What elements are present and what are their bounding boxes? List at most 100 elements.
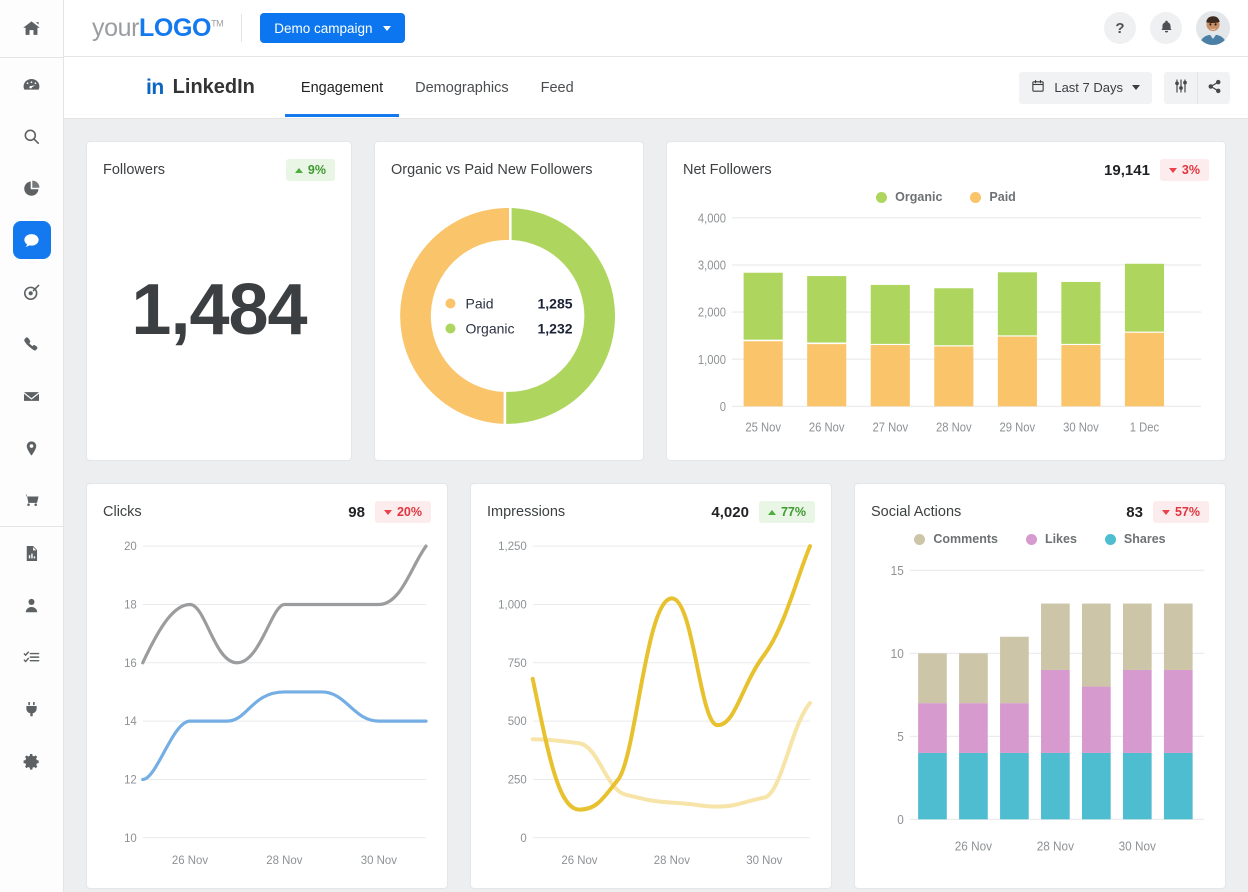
- sidebar-item-home[interactable]: [0, 0, 64, 57]
- y-axis-ticks: 1,250 1,000 750 500 250 0: [498, 541, 527, 845]
- impressions-value: 4,020: [711, 503, 749, 521]
- card-followers: Followers 9% 1,484: [86, 141, 352, 461]
- xtick: 30 Nov: [1063, 420, 1099, 435]
- card-followers-meta: 9%: [285, 159, 335, 181]
- bar-paid[interactable]: [997, 336, 1037, 407]
- status-badge: 20%: [374, 501, 431, 523]
- y-axis-ticks: 15 10 5 0: [891, 563, 904, 827]
- legend-item-shares[interactable]: Shares: [1104, 532, 1166, 546]
- chevron-down-icon: [382, 25, 391, 31]
- sidebar-item-dashboard[interactable]: [0, 58, 64, 110]
- bar-shares[interactable]: [1041, 752, 1070, 820]
- brand-logo[interactable]: yourLOGOTM: [92, 14, 224, 43]
- share-button[interactable]: [1197, 71, 1230, 104]
- card-net-title: Net Followers: [683, 162, 772, 178]
- tab-feed[interactable]: Feed: [525, 59, 590, 116]
- help-button[interactable]: ?: [1104, 12, 1136, 44]
- tab-demographics[interactable]: Demographics: [399, 59, 525, 116]
- sidebar-item-search[interactable]: [0, 110, 64, 162]
- legend-item-paid[interactable]: Paid: [970, 190, 1016, 204]
- xtick: 28 Nov: [1037, 839, 1075, 854]
- bar-likes[interactable]: [1122, 669, 1152, 753]
- legend-label-likes: Likes: [1044, 532, 1077, 546]
- tabbar-actions: Last 7 Days: [1019, 71, 1230, 104]
- sidebar-item-commerce[interactable]: [0, 474, 64, 526]
- shopping-cart-icon: [22, 491, 41, 510]
- bar-likes[interactable]: [1000, 703, 1029, 753]
- bar-comments[interactable]: [959, 653, 988, 704]
- home-icon: [22, 19, 41, 38]
- bar-shares[interactable]: [1122, 752, 1152, 820]
- net-followers-value: 19,141: [1104, 161, 1150, 179]
- bar-organic[interactable]: [997, 272, 1037, 336]
- bar-likes[interactable]: [918, 703, 947, 753]
- notifications-button[interactable]: [1150, 12, 1182, 44]
- bar-paid[interactable]: [807, 344, 847, 407]
- legend-item-comments[interactable]: Comments: [914, 532, 998, 546]
- bar-likes[interactable]: [1041, 669, 1070, 753]
- app-root: yourLOGOTM Demo campaign ? in LinkedIn E…: [0, 0, 1248, 892]
- legend-dot-likes-icon: [1025, 533, 1037, 545]
- bar-shares[interactable]: [918, 752, 947, 820]
- sidebar-item-messages[interactable]: [0, 214, 64, 266]
- bar-comments[interactable]: [1081, 603, 1111, 687]
- bar-comments[interactable]: [1041, 603, 1070, 670]
- sidebar-item-tasks[interactable]: [0, 631, 64, 683]
- bar-shares[interactable]: [1081, 752, 1111, 820]
- bar-organic[interactable]: [1124, 263, 1165, 332]
- net-followers-delta: 3%: [1181, 163, 1200, 177]
- card-impressions-header: Impressions 4,020 77%: [487, 500, 815, 524]
- bar-paid[interactable]: [934, 346, 974, 407]
- arrow-up-icon: [294, 167, 303, 173]
- line-series-a: [530, 544, 813, 812]
- social-actions-plot: 15 10 5 0 26 Nov 28 Nov 30 Nov: [871, 546, 1209, 878]
- sidebar-item-locations[interactable]: [0, 422, 64, 474]
- bar-likes[interactable]: [1081, 686, 1111, 753]
- date-range-button[interactable]: Last 7 Days: [1019, 71, 1152, 104]
- ytick: 4,000: [698, 211, 726, 226]
- bar-shares[interactable]: [1163, 752, 1193, 820]
- bar-organic[interactable]: [870, 284, 910, 344]
- gear-icon: [22, 752, 41, 771]
- clicks-plot: 20 18 16 14 12 10 26 Nov 28 Nov 30 Nov: [103, 524, 431, 878]
- sidebar-item-targeting[interactable]: [0, 266, 64, 318]
- bar-shares[interactable]: [1000, 752, 1029, 820]
- bar-organic[interactable]: [743, 272, 783, 340]
- sidebar-item-settings[interactable]: [0, 735, 64, 787]
- card-donut-title: Organic vs Paid New Followers: [391, 162, 593, 178]
- bar-paid[interactable]: [1061, 345, 1101, 407]
- tab-engagement[interactable]: Engagement: [284, 59, 400, 117]
- bar-comments[interactable]: [1122, 603, 1152, 670]
- ytick: 1,000: [698, 352, 726, 367]
- bar-comments[interactable]: [1000, 636, 1029, 704]
- bar-paid[interactable]: [1124, 332, 1165, 407]
- legend-item-likes[interactable]: Likes: [1025, 532, 1077, 546]
- legend-item-organic[interactable]: Organic: [876, 190, 942, 204]
- sidebar-item-integrations[interactable]: [0, 683, 64, 735]
- target-icon: [22, 283, 41, 302]
- bar-likes[interactable]: [1163, 669, 1193, 753]
- segmented-actions: [1164, 71, 1230, 104]
- bar-likes[interactable]: [959, 703, 988, 753]
- campaign-selector-button[interactable]: Demo campaign: [260, 13, 405, 43]
- bar-paid[interactable]: [870, 345, 910, 407]
- campaign-selector-label: Demo campaign: [274, 20, 373, 36]
- avatar[interactable]: [1196, 11, 1230, 45]
- bar-organic[interactable]: [934, 288, 974, 346]
- line-series-a: [141, 544, 428, 665]
- bar-comments[interactable]: [1163, 603, 1193, 670]
- page-title: Followers: [103, 162, 166, 178]
- impressions-plot: 1,250 1,000 750 500 250 0 26 Nov 28 Nov …: [487, 524, 815, 878]
- sidebar-item-contacts[interactable]: [0, 579, 64, 631]
- filter-settings-button[interactable]: [1164, 72, 1197, 104]
- sidebar-item-calls[interactable]: [0, 318, 64, 370]
- sidebar-item-email[interactable]: [0, 370, 64, 422]
- sidebar-item-documents[interactable]: [0, 527, 64, 579]
- bar-paid[interactable]: [743, 341, 783, 407]
- sidebar-item-reports[interactable]: [0, 162, 64, 214]
- bar-organic[interactable]: [807, 276, 847, 343]
- file-chart-icon: [22, 544, 41, 563]
- bar-organic[interactable]: [1061, 281, 1101, 344]
- bar-comments[interactable]: [918, 653, 947, 704]
- bar-shares[interactable]: [959, 752, 988, 820]
